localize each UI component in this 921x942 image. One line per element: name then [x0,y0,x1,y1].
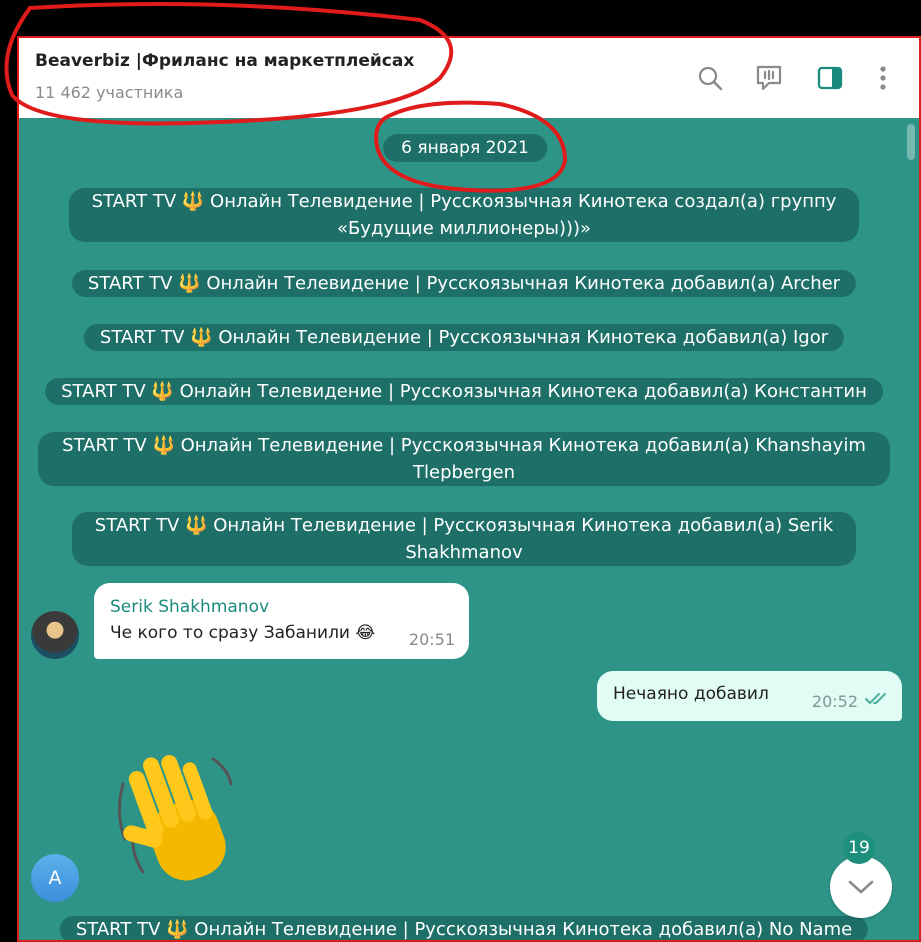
chat-title[interactable]: Beaverbiz |Фриланс на маркетплейсах [35,51,414,71]
service-message: START TV 🔱 Онлайн Телевидение | Русскояз… [59,916,869,942]
service-message: START TV 🔱 Онлайн Телевидение | Русскояз… [45,378,883,405]
avatar-serik-shakhmanov[interactable] [31,611,79,659]
trident-emoji: 🔱 [190,327,213,348]
search-icon [698,66,723,91]
search-button[interactable] [693,61,727,95]
message-time: 20:52 [811,692,858,711]
avatar-a[interactable]: A [31,854,79,902]
outgoing-message[interactable]: Нечаяно добавил 20:52 [597,671,902,721]
service-message: START TV 🔱 Онлайн Телевидение | Русскояз… [83,324,845,351]
scroll-down-button[interactable] [830,856,892,918]
incoming-message[interactable]: Serik Shakhmanov Че кого то сразу Забани… [94,583,469,659]
trident-emoji: 🔱 [178,273,201,294]
trident-emoji: 🔱 [185,515,208,536]
trident-emoji: 🔱 [166,919,189,940]
toggle-sidebar-button[interactable] [813,61,847,95]
chat-header[interactable]: Beaverbiz |Фриланс на маркетплейсах 11 4… [17,36,921,118]
chat-bubble-icon [756,65,782,91]
video-chat-button[interactable] [752,61,786,95]
scrollbar-thumb[interactable] [907,124,915,160]
service-message: START TV 🔱 Онлайн Телевидение | Русскояз… [38,432,890,486]
member-count: 11 462 участника [35,83,184,102]
service-message: START TV 🔱 Онлайн Телевидение | Русскояз… [69,188,859,242]
chat-window: Beaverbiz |Фриланс на маркетплейсах 11 4… [17,36,921,942]
trident-emoji: 🔱 [181,191,205,212]
sender-name[interactable]: Serik Shakhmanov [110,597,269,617]
waving-hand-sticker[interactable] [103,744,253,894]
trident-emoji: 🔱 [152,435,175,456]
message-time: 20:51 [408,630,455,649]
message-text: Нечаяно добавил [613,684,769,704]
more-vertical-icon [880,66,886,90]
message-text: Че кого то сразу Забанили 😂 [110,623,376,643]
read-check-icon [865,693,886,705]
unread-count-badge: 19 [843,832,875,864]
date-separator: 6 января 2021 [383,134,547,162]
sidebar-panel-icon [817,66,843,90]
service-message: START TV 🔱 Онлайн Телевидение | Русскояз… [71,270,857,297]
chevron-down-icon [848,880,874,894]
service-message: START TV 🔱 Онлайн Телевидение | Русскояз… [72,512,856,566]
more-button[interactable] [866,61,900,95]
trident-emoji: 🔱 [151,381,174,402]
